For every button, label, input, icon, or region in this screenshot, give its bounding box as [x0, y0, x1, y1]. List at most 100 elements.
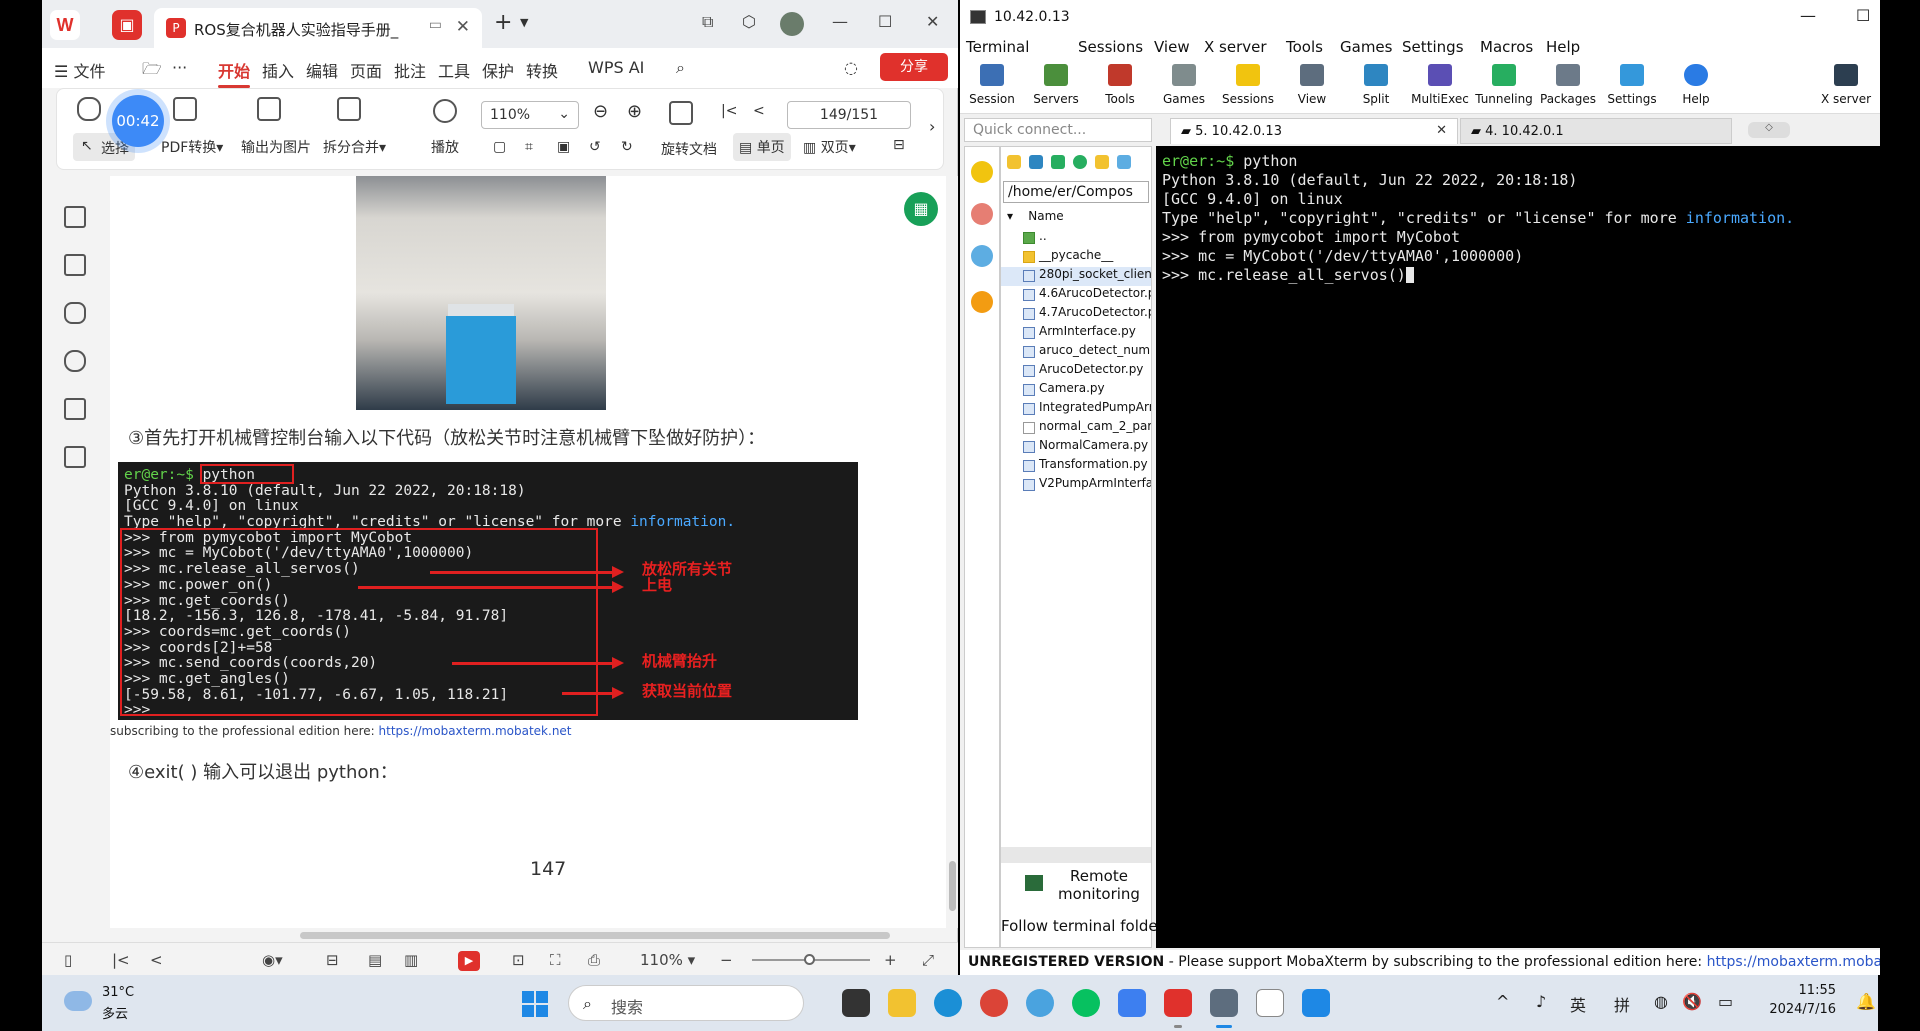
sftp-column-header[interactable]: ▾ Name — [1007, 209, 1064, 223]
scrollbar-thumb[interactable] — [300, 932, 890, 939]
menu-wps-ai[interactable]: WPS AI — [588, 58, 644, 77]
new-file-icon[interactable] — [1117, 155, 1131, 169]
status-zoom[interactable]: 110% ▾ — [640, 951, 695, 969]
folder-icon[interactable] — [1007, 155, 1021, 169]
fullscreen-icon[interactable]: ⊡ — [512, 951, 525, 969]
comment-icon[interactable] — [64, 302, 86, 324]
panel-splitter[interactable] — [1001, 847, 1151, 863]
zoom-select[interactable]: 110% ⌄ — [481, 101, 579, 129]
list-item[interactable]: Transformation.py — [1001, 457, 1151, 476]
horizontal-scrollbar[interactable] — [110, 928, 946, 942]
list-item[interactable]: NormalCamera.py — [1001, 438, 1151, 457]
list-item[interactable]: __pycache__ — [1001, 248, 1151, 267]
menu-protect[interactable]: 保护 — [482, 58, 514, 82]
menu-sessions[interactable]: Sessions — [1078, 38, 1143, 56]
crop-icon[interactable]: ⌗ — [525, 139, 533, 155]
sftp-icon[interactable] — [971, 291, 993, 313]
chat-icon[interactable]: ◌ — [844, 58, 858, 77]
task-view-icon[interactable] — [842, 989, 870, 1017]
close-tab-icon[interactable]: ✕ — [1436, 123, 1447, 138]
star-icon[interactable] — [971, 161, 993, 183]
follow-terminal-folder-checkbox[interactable]: Follow terminal folde — [1001, 917, 1158, 935]
play-icon[interactable] — [433, 99, 457, 123]
session-button[interactable]: Session — [960, 64, 1024, 106]
volume-muted-icon[interactable]: 🔇 — [1682, 992, 1702, 1011]
record-icon[interactable]: ▶ — [458, 951, 480, 971]
vertical-scrollbar[interactable] — [946, 176, 958, 928]
chevron-down-icon[interactable]: ▼ — [520, 16, 528, 29]
upload-icon[interactable] — [1051, 155, 1065, 169]
list-item[interactable]: 4.6ArucoDetector.p — [1001, 286, 1151, 305]
send-icon[interactable] — [971, 245, 993, 267]
multiexec-button[interactable]: MultiExec — [1408, 64, 1472, 106]
sftp-path-input[interactable]: /home/er/Compos — [1003, 181, 1149, 203]
notification-bell-icon[interactable]: 🔔 — [1856, 992, 1876, 1011]
terminal-pane[interactable]: er@er:~$ python Python 3.8.10 (default, … — [1156, 146, 1880, 948]
list-item[interactable]: normal_cam_2_par — [1001, 419, 1151, 438]
tools-button[interactable]: Tools — [1088, 64, 1152, 106]
menu-macros[interactable]: Macros — [1480, 38, 1533, 56]
list-item[interactable]: ArmInterface.py — [1001, 324, 1151, 343]
ribbon-scroll-right-icon[interactable]: › — [929, 117, 935, 136]
ime-language[interactable]: 英 — [1570, 992, 1586, 1016]
clock-date[interactable]: 2024/7/16 — [1756, 1002, 1836, 1017]
close-button[interactable]: ✕ — [926, 12, 939, 31]
prev-page-icon[interactable]: < — [753, 103, 765, 119]
maximize-button[interactable]: ☐ — [1856, 6, 1870, 25]
list-item[interactable]: V2PumpArmInterfa — [1001, 476, 1151, 495]
microphone-icon[interactable]: ♪ — [1536, 992, 1546, 1011]
battery-icon[interactable]: ▭ — [1718, 992, 1733, 1011]
zoom-in-icon[interactable]: + — [884, 951, 897, 969]
scrollbar-thumb[interactable] — [949, 861, 956, 911]
new-tab-button[interactable]: + — [494, 10, 512, 35]
hand-tool-icon[interactable] — [77, 97, 101, 121]
minimize-button[interactable]: — — [832, 12, 848, 31]
sessions-button[interactable]: Sessions — [1216, 64, 1280, 106]
frame-icon[interactable]: ▣ — [557, 139, 570, 155]
view-button[interactable]: View — [1280, 64, 1344, 106]
menu-home[interactable]: 开始 — [218, 58, 251, 88]
help-button[interactable]: Help — [1664, 64, 1728, 106]
menu-convert[interactable]: 转换 — [526, 58, 558, 82]
tunneling-button[interactable]: Tunneling — [1472, 64, 1536, 106]
session-tab-active[interactable]: ▰ 5. 10.42.0.13 ✕ — [1170, 118, 1458, 144]
list-item[interactable]: aruco_detect_numb — [1001, 343, 1151, 362]
split-merge-icon[interactable] — [337, 97, 361, 121]
view-fit-icon[interactable]: ▢ — [493, 139, 506, 155]
single-page-button[interactable]: ▤ 单页 — [733, 133, 791, 161]
chevron-up-icon[interactable]: ^ — [1496, 992, 1509, 1011]
wechat-icon[interactable] — [1072, 989, 1100, 1017]
chat-app-icon[interactable] — [1026, 989, 1054, 1017]
caption-link[interactable]: https://mobaxterm.mobatek.net — [379, 724, 572, 738]
packages-button[interactable]: Packages — [1536, 64, 1600, 106]
menu-games[interactable]: Games — [1340, 38, 1392, 56]
single-page-icon[interactable]: ▤ — [368, 951, 382, 969]
new-folder-icon[interactable] — [1095, 155, 1109, 169]
remote-monitoring-toggle[interactable]: Remote monitoring — [1051, 867, 1147, 903]
chrome-icon[interactable] — [980, 989, 1008, 1017]
pdf-convert-button[interactable]: PDF转换▾ — [161, 137, 223, 157]
menu-help[interactable]: Help — [1546, 38, 1580, 56]
wps-logo-icon[interactable]: W — [50, 10, 80, 40]
cloud-icon[interactable] — [64, 991, 92, 1011]
list-item[interactable]: .. — [1001, 229, 1151, 248]
mobaxterm-taskbar-icon[interactable] — [1210, 989, 1238, 1017]
zoom-out-icon[interactable]: − — [720, 951, 733, 969]
first-page-icon[interactable]: |< — [721, 103, 737, 119]
layers-icon[interactable] — [64, 446, 86, 468]
fit-icon[interactable]: ⛶ — [550, 951, 561, 969]
attachment-icon[interactable] — [64, 350, 86, 372]
expand-icon[interactable]: ⤢ — [922, 951, 934, 969]
refresh-icon[interactable] — [1073, 155, 1087, 169]
servers-button[interactable]: Servers — [1024, 64, 1088, 106]
weather-condition[interactable]: 多云 — [102, 1003, 128, 1022]
settings-button[interactable]: Settings — [1600, 64, 1664, 106]
menu-comment[interactable]: 批注 — [394, 58, 426, 82]
ime-mode[interactable]: 拼 — [1614, 992, 1630, 1016]
list-item[interactable]: 4.7ArucoDetector.p — [1001, 305, 1151, 324]
prev-page-icon[interactable]: < — [150, 951, 163, 969]
pdf-app-icon[interactable]: ▣ — [112, 10, 142, 40]
share-button[interactable]: 分享 — [880, 53, 948, 81]
feishu-icon[interactable] — [1118, 989, 1146, 1017]
maximize-button[interactable]: ☐ — [878, 12, 892, 31]
